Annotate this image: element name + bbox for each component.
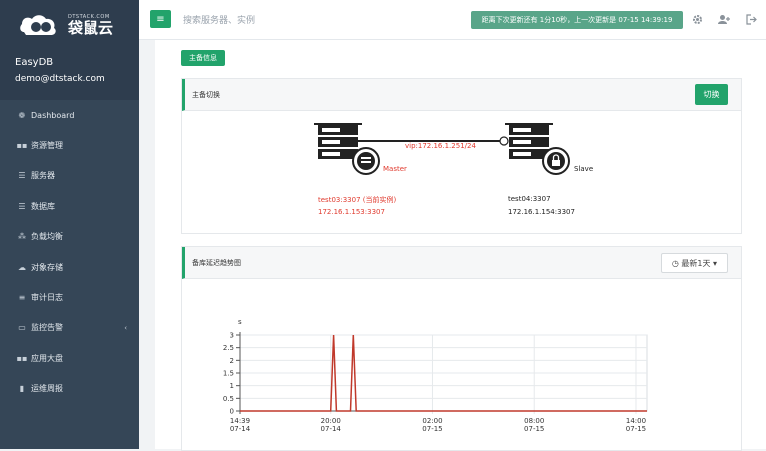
sidebar-item-monitoring[interactable]: ▭ 监控告警 ‹ <box>0 313 139 343</box>
y-tick-label: 2 <box>230 357 234 365</box>
kangaroo-logo-icon <box>20 14 56 35</box>
gear-icon[interactable] <box>692 14 703 25</box>
y-tick-label: 1.5 <box>223 370 234 378</box>
x-tick-date-label: 07-15 <box>524 425 544 433</box>
x-tick-date-label: 07-15 <box>422 425 442 433</box>
failover-panel-header: 主备切换 切换 <box>182 79 741 111</box>
sidebar-item-label: 应用大盘 <box>31 353 63 363</box>
database-badge-icon <box>352 147 380 175</box>
sidebar-item-databases[interactable]: ☰ 数据库 <box>0 191 139 221</box>
vip-label: vip:172.16.1.251/24 <box>405 142 476 150</box>
y-tick-label: 0 <box>230 408 234 416</box>
logout-icon[interactable] <box>746 14 757 25</box>
x-tick-date-label: 07-15 <box>626 425 646 433</box>
delay-trend-panel: 备库延迟趋势图 ◷ 最新1天 ▾ 3 2.5 2 1.5 1 0.5 0 s 14:39 07-1… <box>181 246 742 451</box>
sidebar-item-label: 资源管理 <box>31 141 63 151</box>
menu-toggle-button[interactable]: ≡ <box>150 10 171 28</box>
sidebar-item-audit-log[interactable]: ≡ 审计日志 <box>0 282 139 312</box>
lock-badge-icon <box>542 147 570 175</box>
sidebar-item-label: 审计日志 <box>31 293 63 303</box>
report-icon: ▮ <box>19 384 25 394</box>
sidebar-item-label: 服务器 <box>31 171 55 181</box>
main-content: 主备信息 主备切换 切换 vip:172.16.1.251/24 Master … <box>155 40 766 451</box>
sidebar-item-label: 负载均衡 <box>31 232 63 242</box>
monitor-icon: ▭ <box>18 323 26 333</box>
database-icon: ☰ <box>18 201 26 211</box>
brand-name: 袋鼠云 <box>68 18 114 37</box>
sitemap-icon: ⁂ <box>18 232 26 242</box>
x-tick-label: 14:39 <box>230 417 250 425</box>
chevron-left-icon: ‹ <box>124 323 127 332</box>
delay-trend-chart: 32.521.510.50s14:3907-1420:0007-1402:000… <box>223 318 648 433</box>
top-bar: ≡ 搜索服务器、实例 距离下次更新还有 1分10秒，上一次更新是 07-15 1… <box>139 0 766 40</box>
list-icon: ☰ <box>18 171 26 181</box>
sidebar-item-resources[interactable]: ▪▪ 资源管理 <box>0 130 139 160</box>
sidebar-item-servers[interactable]: ☰ 服务器 <box>0 161 139 191</box>
grid-icon: ▪▪ <box>16 141 28 151</box>
dashboard-icon: ❁ <box>18 110 26 120</box>
x-tick-label: 08:00 <box>524 417 544 425</box>
y-tick-label: 2.5 <box>223 344 234 352</box>
slave-instance: test04:3307 <box>508 195 551 203</box>
slave-address: 172.16.1.154:3307 <box>508 208 575 216</box>
x-tick-label: 14:00 <box>626 417 646 425</box>
sidebar-item-label: 监控告警 <box>31 323 63 333</box>
user-email: demo@dtstack.com <box>15 74 105 84</box>
search-input[interactable]: 搜索服务器、实例 <box>183 13 255 26</box>
master-role-label: Master <box>383 165 407 173</box>
sidebar-item-dashboard[interactable]: ❁ Dashboard <box>0 100 139 130</box>
y-tick-label: 0.5 <box>223 395 234 403</box>
failover-panel: 主备切换 切换 vip:172.16.1.251/24 Master Slave… <box>181 78 742 234</box>
brand-logo[interactable]: DTSTACK.COM 袋鼠云 <box>0 0 139 49</box>
dashboard-grid-icon: ▪▪ <box>16 353 28 363</box>
time-range-dropdown[interactable]: ◷ 最新1天 ▾ <box>661 253 728 273</box>
master-address: 172.16.1.153:3307 <box>318 208 385 216</box>
x-tick-label: 02:00 <box>422 417 442 425</box>
update-status-banner: 距离下次更新还有 1分10秒，上一次更新是 07-15 14:39:19 <box>471 11 683 29</box>
vip-node-icon <box>499 136 509 146</box>
user-info: EasyDB demo@dtstack.com <box>0 49 139 100</box>
sidebar: DTSTACK.COM 袋鼠云 EasyDB demo@dtstack.com … <box>0 0 139 449</box>
y-tick-label: 1 <box>230 382 234 390</box>
y-axis-label: s <box>238 318 242 326</box>
sidebar-item-app-dashboard[interactable]: ▪▪ 应用大盘 <box>0 343 139 373</box>
sidebar-item-object-storage[interactable]: ☁ 对象存储 <box>0 252 139 282</box>
log-icon: ≡ <box>18 293 26 303</box>
user-name: EasyDB <box>15 57 54 68</box>
sidebar-item-load-balancing[interactable]: ⁂ 负载均衡 <box>0 222 139 252</box>
replication-topology <box>314 123 570 175</box>
master-slave-info-tab[interactable]: 主备信息 <box>181 50 225 66</box>
sidebar-item-label: 对象存储 <box>31 262 63 272</box>
switch-button[interactable]: 切换 <box>695 84 728 105</box>
user-add-icon[interactable] <box>718 14 730 25</box>
sidebar-item-label: Dashboard <box>31 110 75 120</box>
sidebar-item-label: 运维周报 <box>31 384 63 394</box>
sidebar-nav: ❁ Dashboard ▪▪ 资源管理 ☰ 服务器 ☰ 数据库 ⁂ 负载均衡 ☁ 对象存储 … <box>0 100 139 449</box>
slave-role-label: Slave <box>574 165 594 173</box>
cloud-icon: ☁ <box>18 262 26 272</box>
y-tick-label: 3 <box>230 332 234 340</box>
delay-trend-panel-title: 备库延迟趋势图 <box>192 259 241 267</box>
x-tick-date-label: 07-14 <box>230 425 251 433</box>
failover-panel-title: 主备切换 <box>192 91 220 99</box>
master-instance: test03:3307 (当前实例) <box>318 196 397 204</box>
sidebar-item-label: 数据库 <box>31 201 55 211</box>
delay-trend-panel-header: 备库延迟趋势图 ◷ 最新1天 ▾ <box>182 247 741 279</box>
x-tick-date-label: 07-14 <box>321 425 342 433</box>
hamburger-icon: ≡ <box>156 13 165 25</box>
x-tick-label: 20:00 <box>321 417 341 425</box>
sidebar-item-weekly-report[interactable]: ▮ 运维周报 <box>0 374 139 404</box>
